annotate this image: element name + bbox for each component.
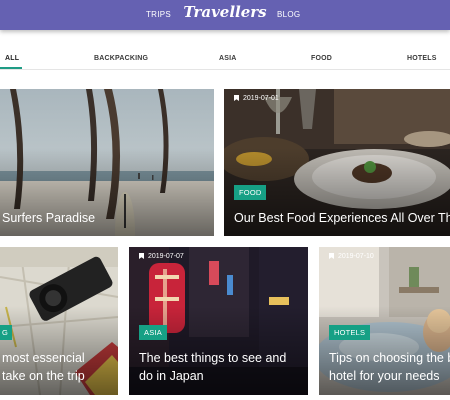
post-card-surfers[interactable]: Surfers Paradise — [0, 89, 214, 236]
filter-hotels[interactable]: HOTELS — [407, 55, 437, 62]
filter-food[interactable]: FOOD — [311, 55, 332, 62]
card-date-text: 2019-07-07 — [148, 253, 184, 260]
card-title[interactable]: Our Best Food Experiences All Over The — [234, 210, 450, 227]
card-date-text: 2019-07-01 — [243, 95, 279, 102]
card-title-line1[interactable]: The best things to see and — [139, 350, 286, 367]
card-title-line2[interactable]: do in Japan — [139, 368, 204, 385]
site-logo[interactable]: Travellers — [183, 3, 266, 21]
filter-divider — [0, 69, 450, 70]
card-date: 2019-07-07 — [139, 253, 184, 260]
card-title[interactable]: Surfers Paradise — [2, 210, 95, 227]
card-title-line2[interactable]: take on the trip — [2, 368, 85, 385]
category-badge[interactable]: HOTELS — [329, 325, 371, 340]
bookmark-icon — [234, 95, 239, 101]
card-date: 2019-07-10 — [329, 253, 374, 260]
filter-all[interactable]: ALL — [5, 55, 19, 62]
category-filter-bar: ALL BACKPACKING ASIA FOOD HOTELS — [0, 52, 450, 70]
filter-asia[interactable]: ASIA — [219, 55, 237, 62]
card-title-line1[interactable]: Tips on choosing the b — [329, 350, 450, 367]
category-badge[interactable]: G — [0, 325, 13, 340]
post-card-essential[interactable]: G most essencial take on the trip — [0, 247, 118, 395]
category-badge[interactable]: FOOD — [234, 185, 267, 200]
nav-blog-link[interactable]: BLOG — [277, 10, 300, 19]
card-title-line1[interactable]: most essencial — [2, 350, 85, 367]
category-badge[interactable]: ASIA — [139, 325, 167, 340]
nav-trips-link[interactable]: TRIPS — [146, 10, 171, 19]
post-card-hotels[interactable]: 2019-07-10 HOTELS Tips on choosing the b… — [319, 247, 450, 395]
bookmark-icon — [139, 253, 144, 259]
card-date-text: 2019-07-10 — [338, 253, 374, 260]
post-card-food[interactable]: 2019-07-01 FOOD Our Best Food Experience… — [224, 89, 450, 236]
card-date: 2019-07-01 — [234, 95, 279, 102]
top-nav-bar: TRIPS Travellers BLOG — [0, 0, 450, 30]
card-title-line2[interactable]: hotel for your needs — [329, 368, 440, 385]
logo-wrapper: Travellers — [0, 3, 450, 21]
post-card-japan[interactable]: 2019-07-07 ASIA The best things to see a… — [129, 247, 308, 395]
bookmark-icon — [329, 253, 334, 259]
filter-backpacking[interactable]: BACKPACKING — [94, 55, 148, 62]
